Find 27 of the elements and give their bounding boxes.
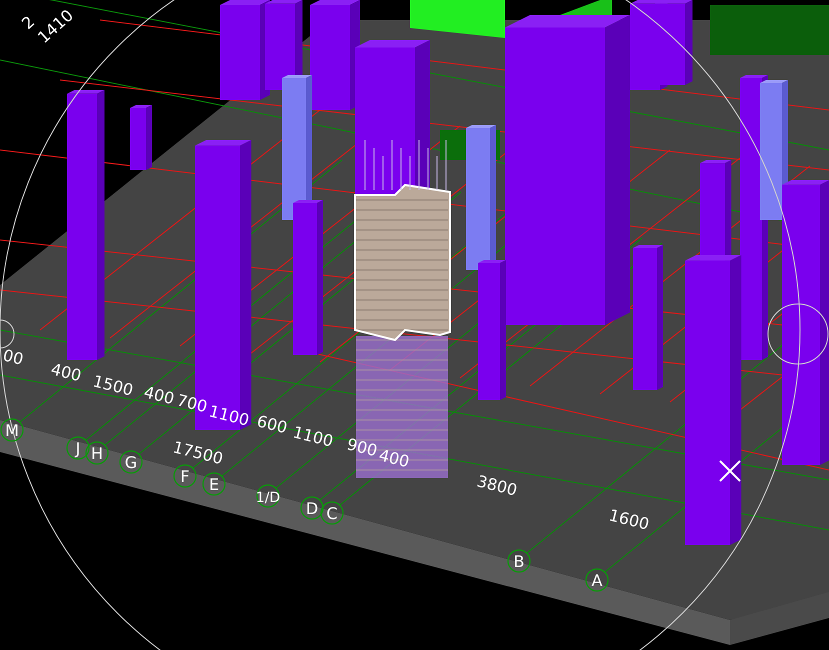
orbit-handle[interactable] [0, 320, 14, 348]
dimension-label: 400 [377, 445, 412, 472]
orbit-handle[interactable] [768, 304, 828, 364]
grid-bubble: F [173, 464, 197, 488]
dimension-label: 3800 [475, 471, 520, 500]
dimension-label: 1100 [291, 422, 336, 451]
dimension-label: 400 [142, 382, 176, 408]
grid-bubble: C [320, 501, 344, 525]
grid-bubble: E [202, 472, 226, 496]
grid-bubble: B [507, 549, 531, 573]
dimension-label: 1600 [607, 505, 652, 534]
grid-bubble: 1/D [256, 484, 280, 508]
dimension-label: 700 [175, 390, 210, 416]
grid-bubble: A [585, 568, 609, 592]
dimension-label: 400 [49, 359, 84, 386]
dimension-label: 2 [18, 12, 38, 33]
dimension-label: 1100 [207, 401, 252, 430]
dimension-label: 900 [345, 434, 380, 460]
dimension-label: 1500 [91, 371, 136, 400]
grid-bubble: D [300, 496, 324, 520]
grid-bubble: J [66, 436, 90, 460]
grid-bubble: G [119, 450, 143, 474]
column [130, 105, 152, 170]
grid-bubble: H [85, 441, 109, 465]
dimension-label: 00 [1, 345, 26, 369]
cross-marker-icon [719, 460, 741, 482]
dimension-label: 600 [255, 411, 290, 438]
